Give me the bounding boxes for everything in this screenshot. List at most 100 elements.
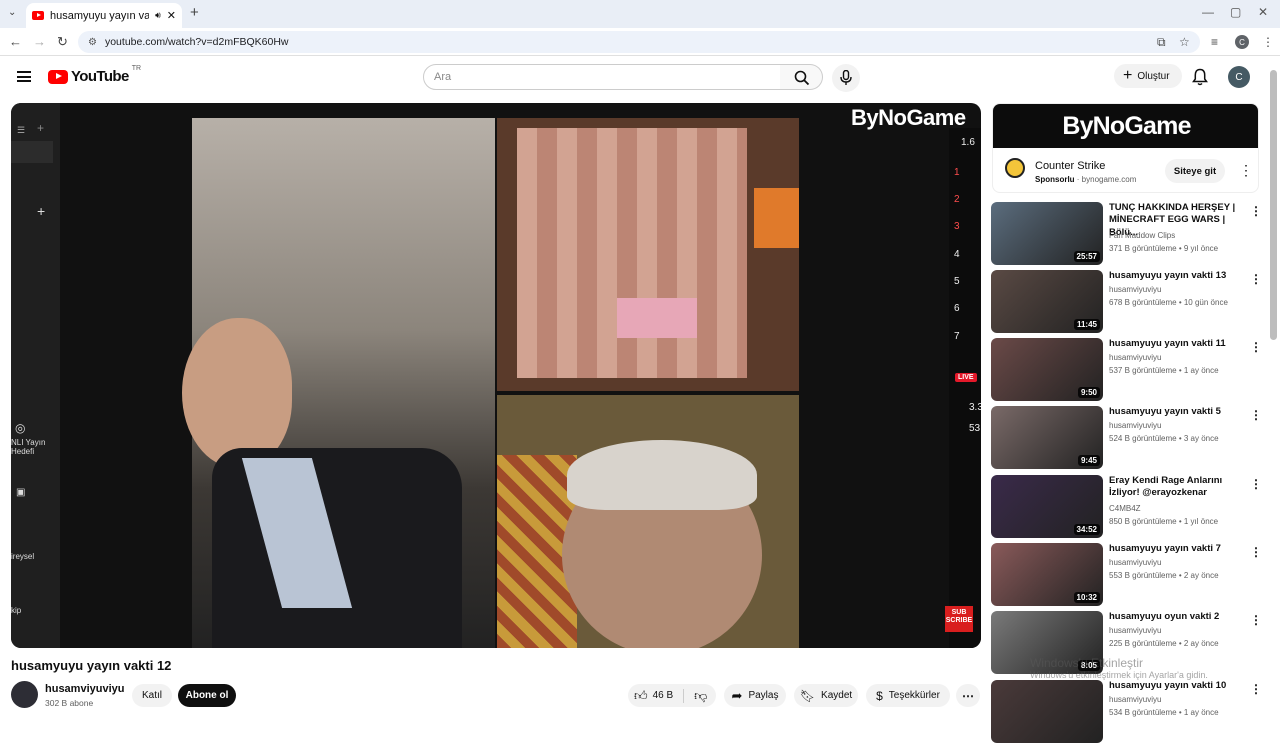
more-options-icon[interactable]: ⋮: [1250, 204, 1262, 218]
recommendation-title[interactable]: husamyuyu yayın vakti 11: [1109, 338, 1247, 350]
visit-site-button[interactable]: Siteye git: [1165, 159, 1225, 183]
recommendation-title[interactable]: husamyuyu yayın vakti 5: [1109, 406, 1247, 418]
thanks-button[interactable]: $ Teşekkürler: [866, 684, 950, 707]
tab-close-icon[interactable]: ✕: [167, 9, 176, 22]
more-actions-button[interactable]: ⋯: [956, 684, 980, 707]
ad-meta: Sponsorlu · bynogame.com: [1035, 175, 1137, 184]
site-info-icon[interactable]: ⚙︎: [88, 37, 97, 48]
subscribe-button[interactable]: Abone ol: [178, 684, 236, 707]
recommendation-title[interactable]: husamyuyu oyun vakti 2: [1109, 611, 1247, 623]
youtube-logo[interactable]: YouTube TR: [48, 65, 142, 85]
recommendation-item[interactable]: 25:57 TUNÇ HAKKINDA HERŞEY | MİNECRAFT EG…: [991, 202, 1262, 266]
list-icon: ☰: [17, 125, 26, 135]
recommendation-title[interactable]: husamyuyu yayın vakti 7: [1109, 543, 1247, 555]
channel-name[interactable]: husamviyuviyu: [45, 683, 124, 695]
recommendation-title[interactable]: Eray Kendi Rage Anlarını İzliyor! @erayo…: [1109, 475, 1247, 500]
more-options-icon[interactable]: ⋮: [1250, 272, 1262, 286]
video-thumbnail[interactable]: [991, 680, 1103, 743]
browser-menu-icon[interactable]: ⋮: [1262, 35, 1274, 49]
recommendation-meta: 225 B görüntüleme • 2 ay önce: [1109, 639, 1219, 648]
advertiser-logo: [1005, 158, 1025, 178]
video-thumbnail[interactable]: 34:52: [991, 475, 1103, 538]
search-input[interactable]: Ara: [423, 64, 781, 90]
account-avatar[interactable]: C: [1228, 66, 1250, 88]
recommendation-channel[interactable]: husamviyuviyu: [1109, 558, 1161, 567]
video-thumbnail[interactable]: 9:45: [991, 406, 1103, 469]
minimize-icon[interactable]: —: [1202, 5, 1214, 19]
browser-tab-bar: ⌄ husamyuyu yayın vakti 12 🔊︎ ✕ + — ▢ ✕: [0, 0, 1280, 28]
share-button[interactable]: ➦ Paylaş: [724, 684, 786, 707]
recommendation-meta: 534 B görüntüleme • 1 ay önce: [1109, 708, 1219, 717]
panel-block: [11, 141, 53, 163]
recommendation-item[interactable]: 11:45 husamyuyu yayın vakti 13 husamviyuvi…: [991, 270, 1262, 334]
channel-avatar[interactable]: [11, 681, 38, 708]
browser-toolbar: ← → ↻ ⚙︎ youtube.com/watch?v=d2mFBQK60Hw…: [0, 28, 1280, 56]
bookmark-star-icon[interactable]: ☆: [1179, 35, 1190, 49]
like-count: 46 B: [652, 690, 674, 701]
search-icon: [794, 70, 810, 86]
recommendation-channel[interactable]: husamviyuviyu: [1109, 626, 1161, 635]
more-options-icon[interactable]: ⋮: [1250, 682, 1262, 696]
recommendation-item[interactable]: 9:50 husamyuyu yayın vakti 11 husamviyuviy…: [991, 338, 1262, 402]
new-tab-button[interactable]: +: [190, 4, 199, 21]
tab-title: husamyuyu yayın vakti 12: [50, 9, 150, 22]
strip-text-kip: kip: [11, 606, 22, 615]
recommendation-channel[interactable]: husamviyuviyu: [1109, 285, 1161, 294]
recommendation-title[interactable]: husamyuyu yayın vakti 13: [1109, 270, 1247, 282]
country-code: TR: [131, 65, 142, 72]
join-button[interactable]: Katıl: [132, 684, 172, 707]
page-scrollbar[interactable]: [1270, 70, 1277, 340]
more-options-icon[interactable]: ⋮: [1250, 340, 1262, 354]
search-button[interactable]: [780, 64, 823, 90]
menu-icon[interactable]: [17, 71, 31, 82]
video-thumbnail[interactable]: 11:45: [991, 270, 1103, 333]
back-icon[interactable]: ←: [9, 34, 22, 49]
forward-icon[interactable]: →: [33, 34, 46, 49]
video-thumbnail[interactable]: 10:32: [991, 543, 1103, 606]
youtube-play-icon: [48, 69, 68, 84]
address-bar[interactable]: ⚙︎ youtube.com/watch?v=d2mFBQK60Hw: [78, 31, 1200, 53]
thumbs-down-icon[interactable]: 👎︎: [694, 688, 707, 704]
sponsored-ad-card[interactable]: ByNoGame Counter Strike Sponsorlu · byno…: [992, 103, 1259, 193]
ad-title[interactable]: Counter Strike: [1035, 160, 1105, 172]
reload-icon[interactable]: ↻: [57, 34, 68, 50]
browser-tab[interactable]: husamyuyu yayın vakti 12 🔊︎ ✕: [26, 3, 182, 28]
browser-profile-avatar[interactable]: C: [1235, 35, 1249, 49]
recommendation-item[interactable]: 34:52 Eray Kendi Rage Anlarını İzliyor! @…: [991, 475, 1262, 539]
video-thumbnail[interactable]: 9:50: [991, 338, 1103, 401]
speaker-icon[interactable]: 🔊︎: [155, 10, 161, 21]
duration-badge: 9:45: [1077, 455, 1100, 466]
ad-banner[interactable]: ByNoGame: [993, 104, 1258, 148]
recommendation-item[interactable]: 10:32 husamyuyu yayın vakti 7 husamviyuviy…: [991, 543, 1262, 607]
voice-search-button[interactable]: [832, 64, 860, 92]
recommendation-channel[interactable]: C4MB4Z: [1109, 504, 1141, 513]
recommendation-title[interactable]: husamyuyu yayın vakti 10: [1109, 680, 1247, 692]
notifications-bell-icon[interactable]: [1192, 68, 1208, 86]
save-button[interactable]: 🔖︎ Kaydet: [794, 684, 858, 707]
ad-more-icon[interactable]: ⋮: [1239, 162, 1253, 179]
more-options-icon[interactable]: ⋮: [1250, 408, 1262, 422]
create-button[interactable]: + Oluştur: [1114, 64, 1182, 88]
recommendation-item[interactable]: husamyuyu yayın vakti 10 husamviyuviyu 534…: [991, 680, 1262, 744]
recommendation-channel[interactable]: husamviyuviyu: [1109, 421, 1161, 430]
thanks-icon: $: [876, 688, 883, 703]
like-button[interactable]: 👍︎ 46 B: [634, 688, 673, 704]
url-text: youtube.com/watch?v=d2mFBQK60Hw: [104, 36, 289, 48]
restore-icon[interactable]: ▢: [1230, 5, 1241, 19]
media-control-icon[interactable]: ≡: [1211, 35, 1218, 49]
recommendation-item[interactable]: 9:45 husamyuyu yayın vakti 5 husamviyuviyu…: [991, 406, 1262, 470]
close-window-icon[interactable]: ✕: [1258, 5, 1268, 19]
more-options-icon[interactable]: ⋮: [1250, 545, 1262, 559]
bookmark-icon: 🔖︎: [799, 688, 816, 703]
more-options-icon[interactable]: ⋮: [1250, 477, 1262, 491]
rank-5: 5: [954, 276, 960, 287]
recommendation-channel[interactable]: Fan Maddow Clips: [1109, 231, 1175, 240]
video-player[interactable]: ☰ + + ◎ NLI Yayın Hedefi ▣ ireysel kip B…: [11, 103, 981, 648]
tab-list-icon[interactable]: ⌄: [8, 7, 16, 18]
install-icon[interactable]: ⧉: [1157, 35, 1166, 50]
video-thumbnail[interactable]: 25:57: [991, 202, 1103, 265]
recommendation-channel[interactable]: husamviyuviyu: [1109, 353, 1161, 362]
more-options-icon[interactable]: ⋮: [1250, 613, 1262, 627]
plus-icon: +: [1123, 67, 1133, 84]
recommendation-channel[interactable]: husamviyuviyu: [1109, 695, 1161, 704]
